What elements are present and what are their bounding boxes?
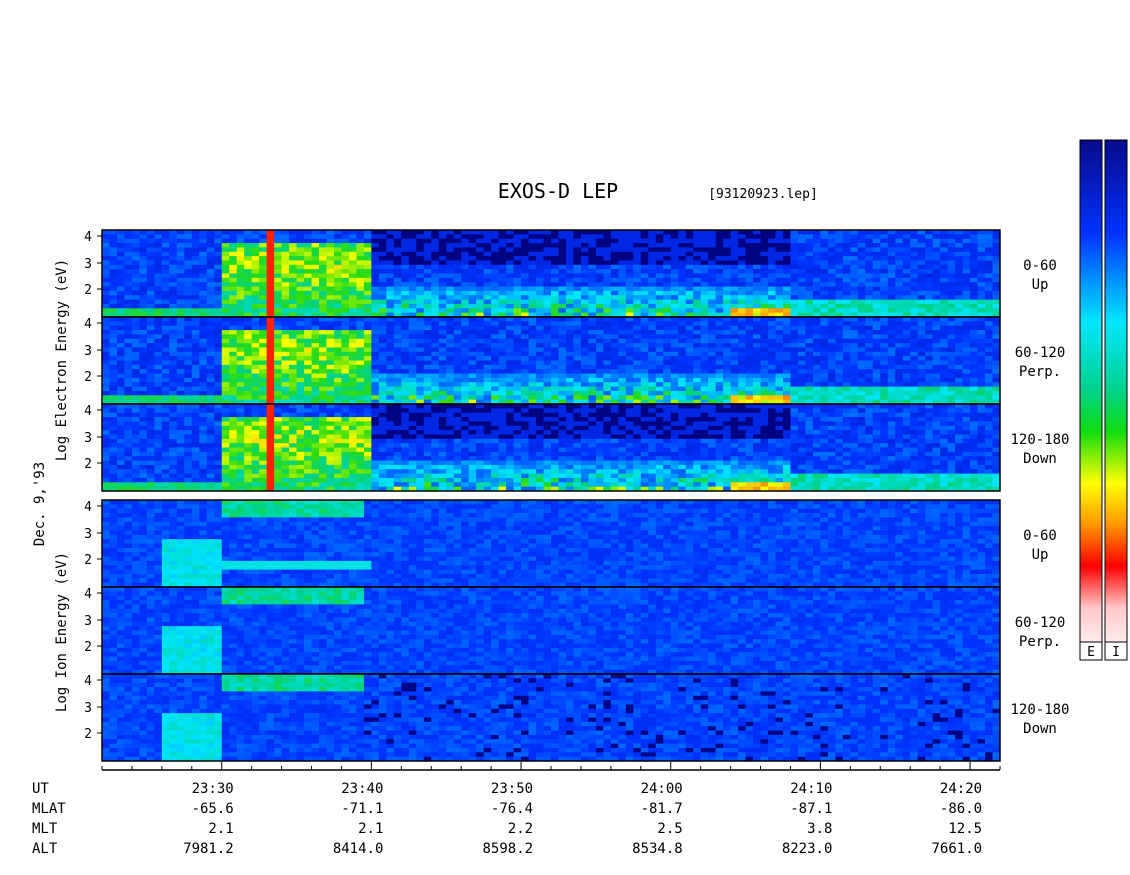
y-tick-label: 2 bbox=[84, 640, 92, 655]
colorbar-label-e: E bbox=[1087, 645, 1095, 660]
ephemeris-mlat-value: -65.6 bbox=[192, 801, 234, 817]
y-tick-label: 3 bbox=[84, 527, 92, 542]
ephemeris-ut-value: 23:50 bbox=[491, 781, 533, 797]
pitch-range-label: 60-120 bbox=[1015, 615, 1066, 631]
y-tick-label: 3 bbox=[84, 344, 92, 359]
ephemeris-alt-value: 7661.0 bbox=[931, 841, 982, 857]
ephemeris-mlat-value: -86.0 bbox=[940, 801, 982, 817]
ephemeris-mlat-value: -71.1 bbox=[341, 801, 383, 817]
ephemeris-alt-value: 7981.2 bbox=[183, 841, 234, 857]
spectrogram-panel-4: 2 3 4 0-60 Up bbox=[84, 499, 1057, 588]
spectrogram-figure: EXOS-D LEP [93120923.lep] Log Electron E… bbox=[32, 139, 1128, 857]
y-tick-label: 3 bbox=[84, 614, 92, 629]
pitch-range-label: 0-60 bbox=[1023, 258, 1057, 274]
y-tick-label: 2 bbox=[84, 727, 92, 742]
ephemeris-mlat-value: -87.1 bbox=[790, 801, 832, 817]
date-label: Dec. 9,'93 bbox=[32, 462, 48, 546]
y-tick-label: 4 bbox=[84, 587, 92, 602]
colorbar-label-i: I bbox=[1112, 645, 1120, 660]
ephemeris-table: UT 23:30 23:40 23:50 24:00 24:10 24:20 MLAT -65.… bbox=[32, 781, 982, 857]
y-tick-label: 4 bbox=[84, 230, 92, 245]
pitch-direction-label: Down bbox=[1023, 721, 1057, 737]
pitch-range-label: 60-120 bbox=[1015, 345, 1066, 361]
ephemeris-alt-value: 8598.2 bbox=[482, 841, 533, 857]
y-tick-label: 4 bbox=[84, 500, 92, 515]
ephemeris-alt-value: 8414.0 bbox=[333, 841, 384, 857]
colorbar-electron: E bbox=[1079, 139, 1103, 661]
ion-energy-axis-label: Log Ion Energy (eV) bbox=[54, 552, 70, 712]
y-tick-label: 3 bbox=[84, 431, 92, 446]
ephemeris-label-alt: ALT bbox=[32, 841, 58, 857]
ephemeris-ut-value: 24:10 bbox=[790, 781, 832, 797]
ephemeris-mlt-value: 2.2 bbox=[508, 821, 533, 837]
y-tick-label: 4 bbox=[84, 317, 92, 332]
y-tick-label: 2 bbox=[84, 370, 92, 385]
pitch-direction-label: Perp. bbox=[1019, 364, 1061, 380]
pitch-direction-label: Up bbox=[1032, 547, 1049, 563]
ephemeris-label-mlt: MLT bbox=[32, 821, 58, 837]
pitch-range-label: 120-180 bbox=[1010, 702, 1069, 718]
ephemeris-alt-value: 8534.8 bbox=[632, 841, 683, 857]
ephemeris-mlt-value: 3.8 bbox=[807, 821, 832, 837]
y-tick-label: 4 bbox=[84, 404, 92, 419]
pitch-direction-label: Up bbox=[1032, 277, 1049, 293]
spectrogram-panel-1: 2 3 4 0-60 Up bbox=[84, 229, 1057, 318]
ephemeris-ut-value: 23:30 bbox=[192, 781, 234, 797]
y-tick-label: 3 bbox=[84, 257, 92, 272]
electron-energy-axis-label: Log Electron Energy (eV) bbox=[54, 259, 70, 461]
ephemeris-label-mlat: MLAT bbox=[32, 801, 66, 817]
ephemeris-mlt-value: 2.1 bbox=[208, 821, 233, 837]
y-tick-label: 2 bbox=[84, 457, 92, 472]
spectrogram-panel-2: 2 3 4 60-120 Perp. bbox=[84, 316, 1066, 405]
pitch-range-label: 120-180 bbox=[1010, 432, 1069, 448]
spectrogram-panel-5: 2 3 4 60-120 Perp. bbox=[84, 586, 1066, 675]
ephemeris-ut-value: 24:00 bbox=[641, 781, 683, 797]
ephemeris-label-ut: UT bbox=[32, 781, 49, 797]
ephemeris-mlt-value: 2.1 bbox=[358, 821, 383, 837]
pitch-direction-label: Perp. bbox=[1019, 634, 1061, 650]
y-tick-label: 2 bbox=[84, 283, 92, 298]
y-tick-label: 2 bbox=[84, 553, 92, 568]
ephemeris-ut-value: 23:40 bbox=[341, 781, 383, 797]
y-tick-label: 3 bbox=[84, 701, 92, 716]
colorbar-ion: I bbox=[1104, 139, 1128, 661]
ephemeris-mlat-value: -81.7 bbox=[641, 801, 683, 817]
ephemeris-ut-value: 24:20 bbox=[940, 781, 982, 797]
ephemeris-mlat-value: -76.4 bbox=[491, 801, 533, 817]
pitch-direction-label: Down bbox=[1023, 451, 1057, 467]
y-tick-label: 4 bbox=[84, 674, 92, 689]
ephemeris-alt-value: 8223.0 bbox=[782, 841, 833, 857]
spectrogram-panel-3: 2 3 4 120-180 Down bbox=[84, 403, 1070, 492]
pitch-range-label: 0-60 bbox=[1023, 528, 1057, 544]
ephemeris-mlt-value: 2.5 bbox=[657, 821, 682, 837]
time-axis bbox=[101, 762, 1001, 771]
spectrogram-panel-6: 2 3 4 120-180 Down bbox=[84, 673, 1070, 762]
chart-title: EXOS-D LEP bbox=[498, 179, 618, 203]
spectrogram-panels: 2 3 4 0-60 Up 2 3 4 60-120 Perp. 2 3 4 120-180 Down 2 3 4… bbox=[84, 229, 1070, 762]
ephemeris-mlt-value: 12.5 bbox=[948, 821, 982, 837]
data-file-label: [93120923.lep] bbox=[708, 187, 818, 202]
